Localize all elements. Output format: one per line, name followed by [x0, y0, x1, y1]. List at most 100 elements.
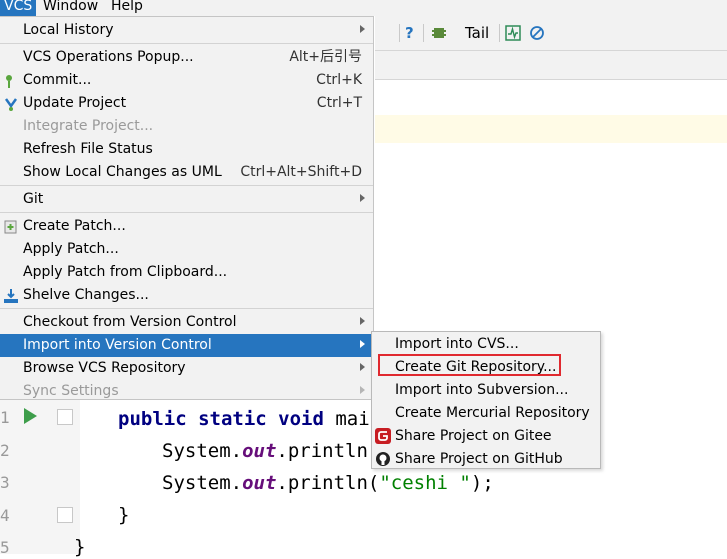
submenu-arrow-icon: [360, 363, 365, 371]
activity-monitor-icon[interactable]: [505, 25, 521, 41]
menu-item-label: Browse VCS Repository: [23, 360, 186, 376]
tail-button[interactable]: Tail: [465, 24, 489, 42]
menu-item-label: Create Patch...: [23, 218, 126, 234]
menu-item-label: Apply Patch from Clipboard...: [23, 264, 228, 280]
code-text: .println(: [276, 472, 380, 494]
menu-item-git[interactable]: Git: [0, 188, 373, 211]
submenu-arrow-icon: [360, 386, 365, 394]
import-vcs-submenu: Import into CVS... Create Git Repository…: [371, 331, 601, 469]
menu-item-label: Refresh File Status: [23, 141, 153, 157]
code-field: out: [242, 440, 277, 462]
cancel-icon[interactable]: [529, 25, 545, 41]
code-text: System.: [162, 472, 243, 494]
menu-separator: [0, 308, 373, 309]
menu-item-shortcut: Alt+后引号: [289, 49, 362, 65]
line-number: 4: [0, 506, 10, 525]
submenu-item-import-subversion[interactable]: Import into Subversion...: [372, 379, 600, 402]
menu-item-checkout-from-vcs[interactable]: Checkout from Version Control: [0, 311, 373, 334]
menu-item-shelve-changes[interactable]: Shelve Changes...: [0, 284, 373, 307]
code-text: mai: [323, 408, 370, 430]
code-text: System.: [162, 440, 243, 462]
code-line-5: }: [74, 536, 86, 558]
menu-item-refresh-file-status[interactable]: Refresh File Status: [0, 138, 373, 161]
code-string: "ceshi ": [379, 472, 471, 494]
menu-item-label: Checkout from Version Control: [23, 314, 237, 330]
github-icon: [376, 452, 390, 466]
menu-item-label: Import into Version Control: [23, 337, 212, 353]
update-icon: [4, 98, 18, 111]
menu-item-label: Commit...: [23, 72, 92, 88]
line-number: 5: [0, 538, 10, 557]
menu-item-import-into-vcs[interactable]: Import into Version Control: [0, 334, 373, 357]
menu-item-shortcut: Ctrl+Alt+Shift+D: [240, 164, 362, 180]
submenu-item-label: Import into Subversion...: [395, 382, 569, 398]
fold-icon[interactable]: [57, 409, 73, 425]
menu-bar: VCS Window Help: [0, 0, 727, 16]
menu-item-label: Shelve Changes...: [23, 287, 149, 303]
submenu-arrow-icon: [360, 25, 365, 33]
code-line-2: System.out.println(: [162, 439, 379, 463]
menu-item-create-patch[interactable]: Create Patch...: [0, 215, 373, 238]
menu-item-shortcut: Ctrl+T: [316, 95, 362, 111]
submenu-item-label: Import into CVS...: [395, 336, 519, 352]
editor-tab-row: [375, 51, 727, 80]
code-line-1: public static void mai: [118, 407, 370, 431]
toolbar-separator: [423, 24, 424, 42]
menu-item-apply-patch[interactable]: Apply Patch...: [0, 238, 373, 261]
code-line-4: }: [118, 504, 130, 526]
help-icon[interactable]: ?: [405, 24, 414, 42]
menu-separator: [0, 212, 373, 213]
run-icon[interactable]: [22, 407, 38, 425]
code-line-3: System.out.println("ceshi ");: [162, 471, 494, 495]
commit-icon: [6, 75, 12, 88]
menu-vcs[interactable]: VCS: [0, 0, 37, 16]
line-number: 3: [0, 473, 10, 492]
submenu-arrow-icon: [360, 194, 365, 202]
submenu-item-share-github[interactable]: Share Project on GitHub: [372, 448, 600, 471]
submenu-item-label: Share Project on Gitee: [395, 428, 552, 444]
shelve-icon: [4, 289, 18, 303]
submenu-arrow-icon: [360, 340, 365, 348]
menu-separator: [0, 43, 373, 44]
gitee-icon: [375, 428, 391, 444]
line-number: 2: [0, 441, 10, 460]
line-number: 1: [0, 408, 10, 427]
vcs-menu: Local History VCS Operations Popup... Al…: [0, 16, 374, 400]
menu-item-label: Local History: [23, 22, 114, 38]
code-text: );: [470, 472, 494, 494]
submenu-item-import-cvs[interactable]: Import into CVS...: [372, 333, 600, 356]
menu-item-label: Apply Patch...: [23, 241, 119, 257]
submenu-item-share-gitee[interactable]: Share Project on Gitee: [372, 425, 600, 448]
menu-item-integrate-project[interactable]: Integrate Project...: [0, 115, 373, 138]
submenu-item-label: Create Mercurial Repository: [395, 405, 590, 421]
menu-item-label: VCS Operations Popup...: [23, 49, 194, 65]
toolbar-separator: [399, 24, 400, 42]
menu-item-label: Update Project: [23, 95, 127, 111]
patch-icon: [4, 220, 17, 234]
chip-icon[interactable]: [431, 25, 447, 41]
menu-item-local-history[interactable]: Local History: [0, 19, 373, 42]
fold-icon[interactable]: [57, 507, 73, 523]
code-field: out: [242, 472, 277, 494]
current-line-highlight: [375, 115, 727, 143]
code-keywords: public static void: [118, 408, 324, 430]
menu-item-update-project[interactable]: Update Project Ctrl+T: [0, 92, 373, 115]
annotation-highlight-box: [378, 354, 561, 376]
submenu-item-label: Share Project on GitHub: [395, 451, 563, 467]
toolbar-separator: [499, 24, 500, 42]
menu-window[interactable]: Window: [39, 0, 102, 16]
menu-item-show-local-changes-uml[interactable]: Show Local Changes as UML Ctrl+Alt+Shift…: [0, 161, 373, 184]
menu-item-label: Sync Settings: [23, 383, 119, 399]
menu-separator: [0, 185, 373, 186]
menu-item-sync-settings[interactable]: Sync Settings: [0, 380, 373, 403]
menu-help[interactable]: Help: [107, 0, 147, 16]
code-text: .println(: [276, 440, 380, 462]
menu-item-shortcut: Ctrl+K: [316, 72, 362, 88]
menu-item-browse-vcs-repository[interactable]: Browse VCS Repository: [0, 357, 373, 380]
submenu-arrow-icon: [360, 317, 365, 325]
menu-item-label: Show Local Changes as UML: [23, 164, 222, 180]
submenu-item-create-mercurial-repository[interactable]: Create Mercurial Repository: [372, 402, 600, 425]
menu-item-vcs-operations-popup[interactable]: VCS Operations Popup... Alt+后引号: [0, 46, 373, 69]
menu-item-apply-patch-clipboard[interactable]: Apply Patch from Clipboard...: [0, 261, 373, 284]
menu-item-commit[interactable]: Commit... Ctrl+K: [0, 69, 373, 92]
